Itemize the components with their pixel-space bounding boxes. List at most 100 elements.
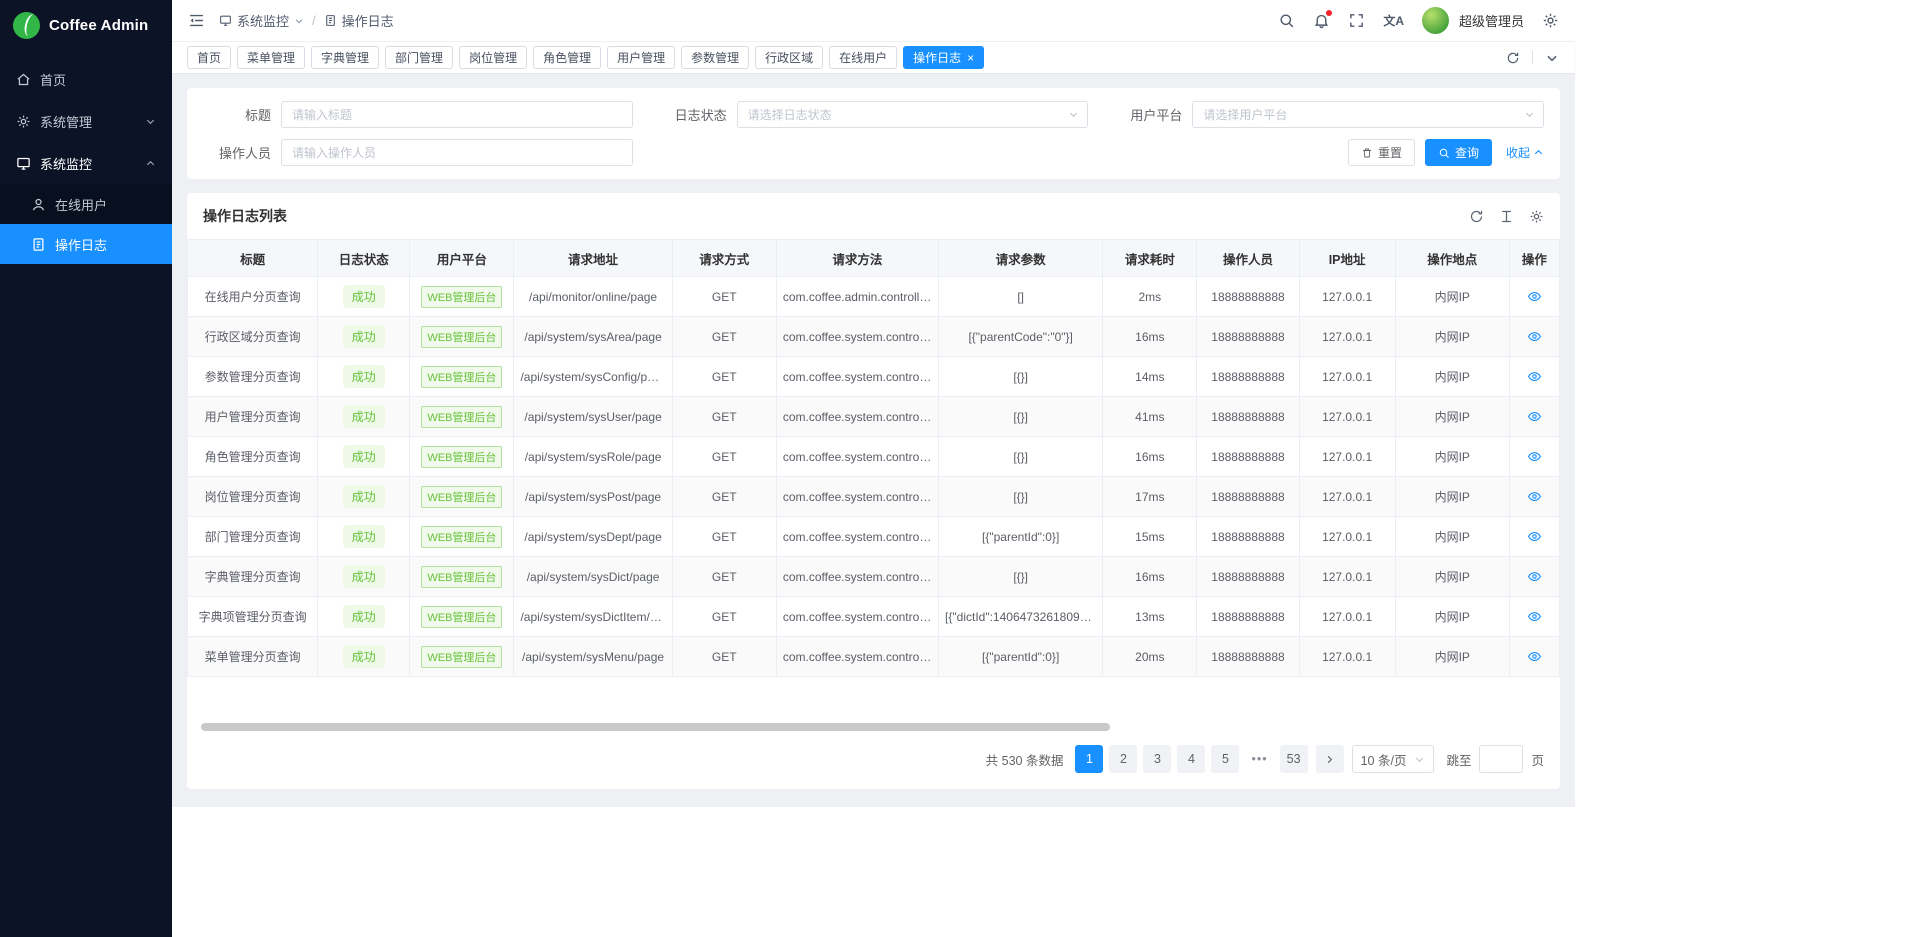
tab-item-3[interactable]: 部门管理 xyxy=(385,46,453,69)
chevron-down-icon xyxy=(145,116,156,127)
cell-action xyxy=(1509,477,1559,517)
tab-item-0[interactable]: 首页 xyxy=(187,46,231,69)
cell-location: 内网IP xyxy=(1395,597,1509,637)
view-detail-icon[interactable] xyxy=(1527,329,1542,344)
jump-label: 跳至 xyxy=(1446,750,1471,769)
cell-duration: 41ms xyxy=(1103,397,1197,437)
table-row: 参数管理分页查询成功WEB管理后台/api/system/sysConfig/p… xyxy=(188,357,1560,397)
horizontal-scrollbar[interactable] xyxy=(195,723,1552,731)
cell-duration: 16ms xyxy=(1103,437,1197,477)
page-size-select[interactable]: 10 条/页 xyxy=(1352,745,1435,773)
column-header-10: 操作地点 xyxy=(1395,240,1509,277)
view-detail-icon[interactable] xyxy=(1527,529,1542,544)
view-detail-icon[interactable] xyxy=(1527,489,1542,504)
cell-status: 成功 xyxy=(318,637,410,677)
search-icon[interactable] xyxy=(1278,12,1295,29)
column-settings-icon[interactable] xyxy=(1529,209,1544,224)
view-detail-icon[interactable] xyxy=(1527,289,1542,304)
sidebar-item-online-users[interactable]: 在线用户 xyxy=(0,184,172,224)
page-button-4[interactable]: 4 xyxy=(1177,745,1205,773)
cell-status: 成功 xyxy=(318,437,410,477)
cell-func: com.coffee.system.controlle... xyxy=(776,357,938,397)
reset-button[interactable]: 重置 xyxy=(1348,139,1415,166)
tab-item-10[interactable]: 操作日志× xyxy=(903,46,984,69)
view-detail-icon[interactable] xyxy=(1527,649,1542,664)
cell-location: 内网IP xyxy=(1395,357,1509,397)
tab-item-6[interactable]: 用户管理 xyxy=(607,46,675,69)
notification-bell-icon[interactable] xyxy=(1313,12,1330,29)
status-badge: 成功 xyxy=(343,485,385,508)
tab-item-5[interactable]: 角色管理 xyxy=(533,46,601,69)
translate-icon[interactable]: 文A xyxy=(1383,12,1404,29)
tab-item-8[interactable]: 行政区域 xyxy=(755,46,823,69)
menu-fold-icon[interactable] xyxy=(188,12,205,29)
fullscreen-icon[interactable] xyxy=(1348,12,1365,29)
cell-status: 成功 xyxy=(318,397,410,437)
cell-operator: 18888888888 xyxy=(1197,637,1299,677)
platform-badge: WEB管理后台 xyxy=(421,646,502,668)
collapse-toggle[interactable]: 收起 xyxy=(1506,144,1544,161)
tab-label: 首页 xyxy=(197,49,221,66)
sidebar-item-home[interactable]: 首页 xyxy=(0,58,172,100)
scrollbar-thumb[interactable] xyxy=(201,723,1110,731)
view-detail-icon[interactable] xyxy=(1527,369,1542,384)
cell-method: GET xyxy=(672,477,776,517)
user-platform-select[interactable]: 请选择用户平台 xyxy=(1192,101,1544,128)
log-status-select[interactable]: 请选择日志状态 xyxy=(737,101,1089,128)
log-icon xyxy=(31,237,46,252)
pagination: 共 530 条数据 12345•••53 10 条/页 跳至 页 xyxy=(187,731,1560,781)
operator-input[interactable] xyxy=(281,139,633,166)
cell-operator: 18888888888 xyxy=(1197,437,1299,477)
tab-item-2[interactable]: 字典管理 xyxy=(311,46,379,69)
view-detail-icon[interactable] xyxy=(1527,569,1542,584)
page-size-value: 10 条/页 xyxy=(1361,750,1407,769)
page-button-53[interactable]: 53 xyxy=(1280,745,1308,773)
tab-item-4[interactable]: 岗位管理 xyxy=(459,46,527,69)
view-detail-icon[interactable] xyxy=(1527,409,1542,424)
chevron-up-icon xyxy=(1533,147,1544,158)
refresh-icon[interactable] xyxy=(1506,51,1520,65)
column-header-9: IP地址 xyxy=(1299,240,1395,277)
next-page-button[interactable] xyxy=(1316,745,1344,773)
tab-item-9[interactable]: 在线用户 xyxy=(829,46,897,69)
page-button-5[interactable]: 5 xyxy=(1211,745,1239,773)
current-user-name[interactable]: 超级管理员 xyxy=(1459,11,1524,30)
page-button-2[interactable]: 2 xyxy=(1109,745,1137,773)
cell-params: [{}] xyxy=(939,397,1103,437)
tab-label: 行政区域 xyxy=(765,49,813,66)
cell-operator: 18888888888 xyxy=(1197,557,1299,597)
view-detail-icon[interactable] xyxy=(1527,449,1542,464)
tab-item-1[interactable]: 菜单管理 xyxy=(237,46,305,69)
breadcrumb-item-system-monitor[interactable]: 系统监控 xyxy=(219,11,304,30)
cell-func: com.coffee.system.controlle... xyxy=(776,637,938,677)
settings-gear-icon[interactable] xyxy=(1542,12,1559,29)
title-input[interactable] xyxy=(281,101,633,128)
cell-title: 字典项管理分页查询 xyxy=(188,597,318,637)
cell-params: [{}] xyxy=(939,437,1103,477)
tab-label: 菜单管理 xyxy=(247,49,295,66)
cell-location: 内网IP xyxy=(1395,397,1509,437)
table-header-row: 标题日志状态用户平台请求地址请求方式请求方法请求参数请求耗时操作人员IP地址操作… xyxy=(188,240,1560,277)
status-badge: 成功 xyxy=(343,325,385,348)
page-button-1[interactable]: 1 xyxy=(1075,745,1103,773)
close-icon[interactable]: × xyxy=(967,52,974,64)
view-detail-icon[interactable] xyxy=(1527,609,1542,624)
chevron-down-icon[interactable] xyxy=(1545,51,1559,65)
jump-page-input[interactable] xyxy=(1479,745,1523,773)
sidebar-item-system-monitor[interactable]: 系统监控 xyxy=(0,142,172,184)
divider xyxy=(1532,51,1533,64)
cell-title: 在线用户分页查询 xyxy=(188,277,318,317)
tab-item-7[interactable]: 参数管理 xyxy=(681,46,749,69)
search-button[interactable]: 查询 xyxy=(1425,139,1492,166)
avatar[interactable] xyxy=(1422,7,1449,34)
jump-suffix: 页 xyxy=(1531,750,1544,769)
density-icon[interactable] xyxy=(1499,209,1514,224)
sidebar-item-system-management[interactable]: 系统管理 xyxy=(0,100,172,142)
platform-badge: WEB管理后台 xyxy=(421,566,502,588)
page-ellipsis[interactable]: ••• xyxy=(1245,745,1273,773)
sidebar-item-operation-logs[interactable]: 操作日志 xyxy=(0,224,172,264)
sidebar-item-label: 在线用户 xyxy=(55,195,156,214)
cell-status: 成功 xyxy=(318,477,410,517)
page-button-3[interactable]: 3 xyxy=(1143,745,1171,773)
refresh-icon[interactable] xyxy=(1469,209,1484,224)
